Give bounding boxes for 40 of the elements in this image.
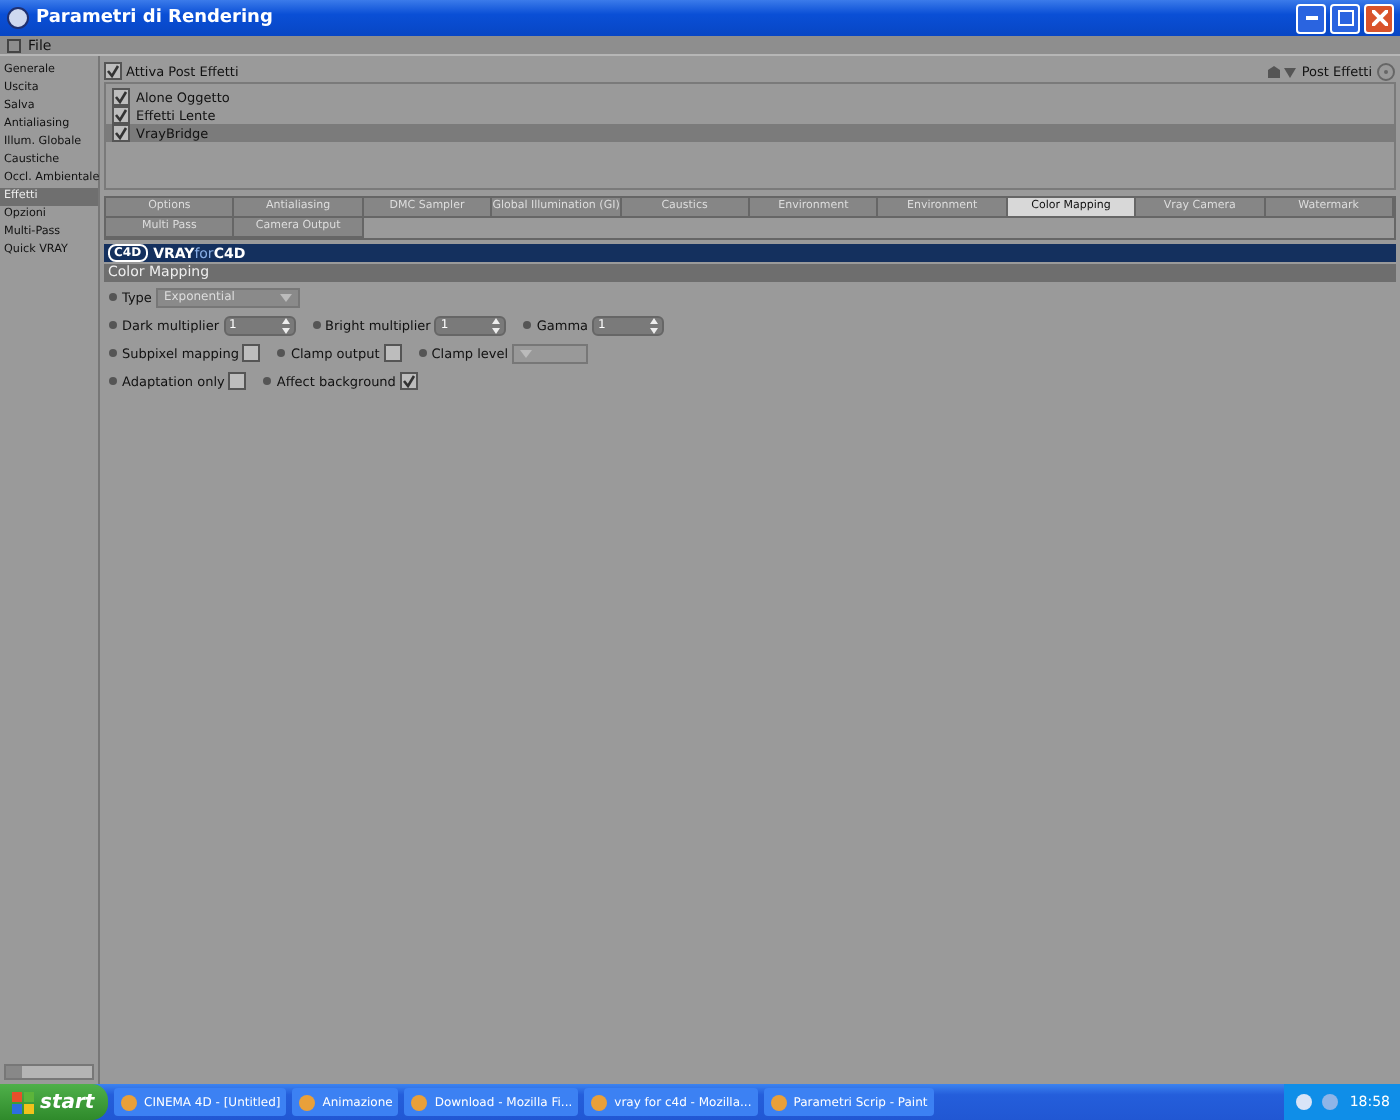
bullet-icon — [108, 348, 118, 358]
checkbox[interactable] — [112, 88, 130, 106]
checkbox[interactable] — [242, 344, 261, 362]
app-icon — [298, 1093, 317, 1111]
app-icon — [120, 1093, 138, 1111]
bullet-icon — [522, 320, 533, 330]
windows-logo — [12, 1091, 34, 1113]
checkbox[interactable] — [399, 372, 418, 390]
spinner-arrows-icon[interactable] — [492, 317, 501, 333]
bullet-icon — [417, 348, 428, 358]
app-icon — [769, 1093, 788, 1111]
window-title: Parametri di Rendering — [36, 8, 275, 28]
bullet-icon — [311, 320, 322, 330]
restore-icon — [1337, 10, 1353, 26]
spinner-arrows-icon[interactable] — [281, 317, 290, 333]
close-icon — [1371, 10, 1387, 26]
checkbox[interactable] — [112, 106, 130, 124]
minimize-button[interactable] — [1296, 3, 1326, 33]
spinner-arrows-icon[interactable] — [650, 317, 659, 333]
caret-icon — [520, 349, 533, 357]
restore-button[interactable] — [1330, 3, 1360, 33]
tray-icons[interactable] — [1293, 1092, 1342, 1112]
checkbox[interactable] — [383, 344, 402, 362]
horizontal-scrollbar[interactable] — [4, 1064, 94, 1080]
checkbox[interactable] — [104, 62, 122, 80]
caret-icon — [279, 293, 292, 301]
app-icon — [410, 1093, 429, 1111]
bullet-icon — [108, 320, 118, 330]
app-icon — [590, 1093, 609, 1111]
minimize-icon — [1305, 16, 1317, 20]
menu-grip-icon — [6, 37, 22, 53]
bullet-icon — [276, 348, 287, 358]
app-icon — [6, 6, 30, 30]
close-button[interactable] — [1364, 3, 1394, 33]
checkbox[interactable] — [112, 124, 130, 142]
bullet-icon — [262, 376, 273, 386]
bullet-icon — [108, 292, 118, 302]
checkbox[interactable] — [228, 372, 247, 390]
start-button[interactable]: start — [0, 1084, 108, 1120]
bullet-icon — [108, 376, 118, 386]
